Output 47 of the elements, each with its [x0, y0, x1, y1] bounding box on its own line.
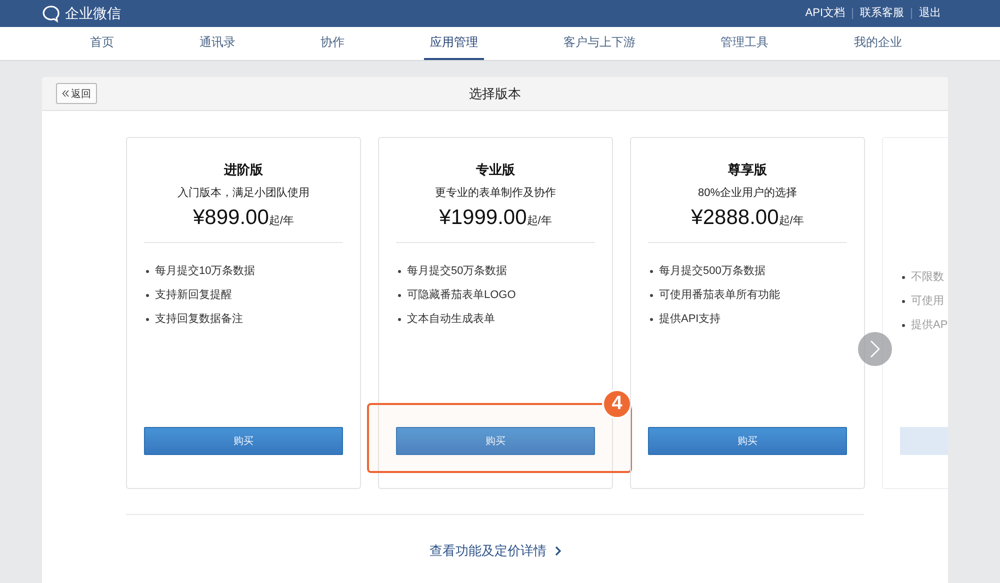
plan-price: ¥1999.00 [439, 206, 527, 230]
header-link[interactable]: 退出 [911, 8, 948, 19]
chevron-right-icon [554, 546, 560, 556]
feature-item: 可使用 [900, 293, 948, 309]
feature-item: 提供API支持 [648, 311, 847, 327]
nav-tab[interactable]: 管理工具 [714, 27, 775, 60]
price-unit: 起/年 [778, 214, 804, 228]
nav-tab[interactable]: 首页 [84, 27, 120, 60]
price-unit: 起/年 [268, 214, 294, 228]
chevron-right-icon [870, 340, 880, 358]
plan-subtitle: 更专业的表单制作及协作 [435, 186, 556, 200]
plan-name: 进阶版 [224, 161, 263, 179]
plan-price: ¥2888.00 [691, 206, 779, 230]
nav-tab[interactable]: 通讯录 [193, 27, 242, 60]
feature-item: 可使用番茄表单所有功能 [648, 287, 847, 303]
nav-tab[interactable]: 我的企业 [848, 27, 908, 60]
plan-subtitle: 80%企业用户的选择 [698, 186, 798, 200]
feature-item: 每月提交50万条数据 [396, 263, 595, 279]
feature-item: 支持新回复提醒 [144, 287, 343, 303]
header-link[interactable]: 联系客服 [852, 8, 911, 19]
logo-text: 企业微信 [65, 4, 121, 22]
feature-item: 不限数 [900, 269, 948, 285]
nav-tab[interactable]: 应用管理 [424, 27, 484, 60]
feature-item: 每月提交10万条数据 [144, 263, 343, 279]
plan-name: 尊享版 [728, 161, 767, 179]
header-link[interactable]: API文档 [798, 8, 852, 19]
buy-button[interactable]: 购买 [144, 427, 343, 455]
next-arrow-button[interactable] [858, 332, 892, 366]
panel-title: 选择版本 [469, 84, 521, 102]
feature-item: 每月提交500万条数据 [648, 263, 847, 279]
plan-name: 专业版 [476, 161, 515, 179]
feature-item: 可隐藏番茄表单LOGO [396, 287, 595, 303]
step-badge: 4 [602, 389, 632, 419]
feature-item: 支持回复数据备注 [144, 311, 343, 327]
feature-item: 文本自动生成表单 [396, 311, 595, 327]
double-chevron-icon [62, 90, 69, 97]
details-link[interactable]: 查看功能及定价详情 [430, 542, 560, 560]
plan-subtitle: 入门版本，满足小团队使用 [178, 186, 310, 200]
buy-button[interactable]: 购买 [396, 427, 595, 455]
back-button[interactable]: 返回 [56, 83, 97, 104]
chat-bubble-icon [42, 4, 62, 22]
nav-tab[interactable]: 协作 [314, 27, 351, 60]
nav-tab[interactable]: 客户与上下游 [557, 27, 642, 60]
buy-button[interactable]: 购买 [648, 427, 847, 455]
price-unit: 起/年 [526, 214, 552, 228]
feature-item: 提供AP [900, 317, 948, 333]
plan-price: ¥899.00 [193, 206, 269, 230]
